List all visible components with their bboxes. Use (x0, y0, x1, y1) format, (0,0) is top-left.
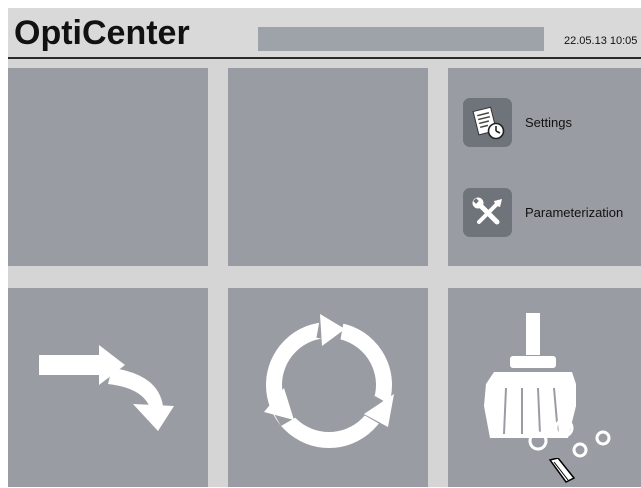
parameterization-menu-item[interactable]: Parameterization (463, 188, 623, 237)
datetime-display: 22.05.13 10:05 (564, 35, 638, 47)
status-message-bar (258, 27, 544, 51)
empty-tile-2[interactable] (228, 68, 428, 266)
settings-label[interactable]: Settings (525, 115, 572, 130)
mouse-cursor-icon (548, 458, 576, 483)
settings-menu-item[interactable]: Settings (463, 98, 572, 147)
empty-tile-1[interactable] (8, 68, 208, 266)
circular-arrows-icon (264, 314, 395, 448)
wrench-screwdriver-icon[interactable] (463, 188, 512, 237)
cleaning-tile[interactable] (448, 288, 641, 487)
settings-document-clock-icon[interactable] (463, 98, 512, 147)
curved-arrow-icon (39, 345, 174, 431)
parameterization-label[interactable]: Parameterization (525, 205, 623, 220)
redirect-tile[interactable] (8, 288, 208, 487)
cycle-tile[interactable] (228, 288, 428, 487)
menu-tile: Settings Parameterization (448, 68, 641, 266)
app-title: OptiCenter (14, 14, 190, 52)
header-bar: OptiCenter 22.05.13 10:05 (8, 8, 641, 58)
